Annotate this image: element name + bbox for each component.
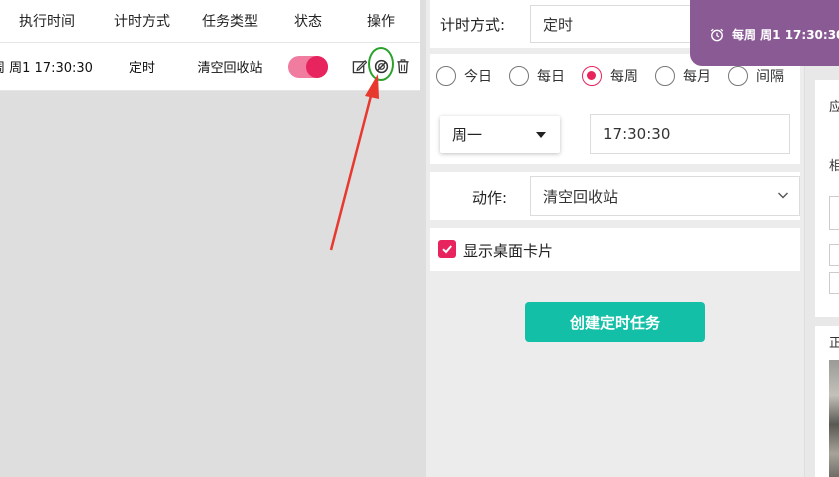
header-status: 状态 <box>294 14 322 30</box>
schedule-badge: 每周 周1 17:30:30 <box>690 0 839 66</box>
radio-circle <box>582 66 602 86</box>
radio-circle <box>728 66 748 86</box>
weekday-dropdown[interactable]: 周一 <box>440 116 560 153</box>
radio-today[interactable]: 今日 <box>436 66 492 86</box>
task-list-panel: 执行时间 计时方式 任务类型 状态 操作 周 周1 17:30:30 定时 清空… <box>0 0 420 477</box>
radio-weekly[interactable]: 每周 <box>582 66 638 86</box>
radio-circle <box>509 66 529 86</box>
header-exec-time: 执行时间 <box>19 14 75 30</box>
cell-status <box>278 43 338 90</box>
right-text-3: 正 <box>829 336 839 351</box>
right-input[interactable] <box>829 196 839 230</box>
action-select[interactable]: 清空回收站 <box>530 176 800 216</box>
right-input[interactable] <box>829 244 839 266</box>
alarm-clock-icon <box>710 28 724 41</box>
checkmark-icon <box>442 245 452 254</box>
highlight-circle <box>368 47 394 81</box>
show-card-checkbox[interactable] <box>438 240 456 258</box>
weekday-value: 周一 <box>452 126 483 144</box>
right-thumbnail-image <box>829 360 839 477</box>
table-header: 执行时间 计时方式 任务类型 状态 操作 <box>0 0 420 43</box>
table-row: 周 周1 17:30:30 定时 清空回收站 <box>0 43 420 91</box>
edit-icon[interactable] <box>352 59 367 74</box>
header-actions: 操作 <box>367 14 395 30</box>
toggle-knob <box>306 55 328 78</box>
right-text-2: 相 <box>829 159 839 174</box>
radio-daily[interactable]: 每日 <box>509 66 565 86</box>
time-input[interactable]: 17:30:30 <box>590 114 790 154</box>
radio-label: 每月 <box>683 69 711 85</box>
radio-circle <box>655 66 675 86</box>
radio-label: 今日 <box>464 69 492 85</box>
radio-interval[interactable]: 间隔 <box>728 66 784 86</box>
timing-label: 计时方式: <box>440 16 506 34</box>
chevron-down-icon <box>778 192 788 199</box>
status-toggle[interactable] <box>288 55 328 78</box>
radio-monthly[interactable]: 每月 <box>655 66 711 86</box>
delete-icon[interactable] <box>396 59 411 74</box>
create-task-form: 计时方式: 定时 今日 每日 每周 每月 间隔 周一 17:30:30 动作: … <box>426 0 804 477</box>
caret-down-icon <box>536 132 546 138</box>
cell-timing-mode: 定时 <box>128 61 155 76</box>
right-text-1: 应 <box>829 100 839 115</box>
create-task-button[interactable]: 创建定时任务 <box>525 302 705 342</box>
cell-task-type: 清空回收站 <box>197 61 263 76</box>
action-value: 清空回收站 <box>543 187 619 206</box>
frequency-radio-group: 今日 每日 每周 每月 间隔 <box>436 66 801 86</box>
right-input[interactable] <box>829 272 839 294</box>
show-card-label[interactable]: 显示桌面卡片 <box>463 240 553 261</box>
radio-label: 每日 <box>537 69 565 85</box>
cell-exec-time: 周 周1 17:30:30 <box>0 61 93 76</box>
radio-label: 每周 <box>610 69 638 85</box>
badge-text: 每周 周1 17:30:30 <box>732 28 839 42</box>
radio-circle <box>436 66 456 86</box>
header-timing-mode: 计时方式 <box>114 14 170 30</box>
action-label: 动作: <box>472 189 508 207</box>
timing-mode-select[interactable]: 定时 <box>530 5 700 43</box>
header-task-type: 任务类型 <box>202 14 258 30</box>
radio-label: 间隔 <box>756 69 784 85</box>
action-section: 动作: 清空回收站 <box>430 172 800 220</box>
